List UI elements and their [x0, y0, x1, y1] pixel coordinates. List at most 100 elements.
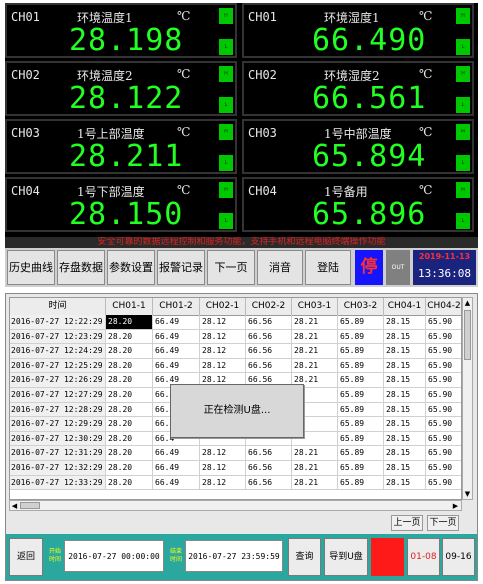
table-cell[interactable]: 28.21	[292, 315, 338, 330]
table-cell[interactable]: 28.12	[200, 315, 246, 330]
login-button[interactable]: 登陆	[305, 250, 351, 285]
table-cell[interactable]: 65.90	[426, 359, 461, 374]
table-cell[interactable]: 28.12	[200, 358, 246, 374]
horizontal-scrollbar[interactable]: ◀ ▶	[9, 500, 462, 511]
table-cell[interactable]: 28.15	[384, 388, 426, 403]
column-header[interactable]: CH04-1	[384, 298, 426, 315]
param-settings-button[interactable]: 参数设置	[107, 250, 155, 285]
table-cell[interactable]: 28.15	[384, 315, 426, 330]
table-cell[interactable]: 28.15	[384, 475, 426, 491]
table-cell[interactable]: 65.90	[426, 373, 461, 388]
table-cell[interactable]: 28.15	[384, 329, 426, 345]
table-cell[interactable]: 28.21	[292, 446, 338, 461]
column-header[interactable]: CH03-1	[292, 298, 338, 315]
stop-button[interactable]: 停	[355, 250, 383, 285]
table-cell[interactable]: 66.56	[246, 329, 292, 345]
table-row[interactable]: 2016-07-27 12:32:29 28.20 66.49 28.12 66.56 2…	[10, 461, 461, 476]
back-button[interactable]: 返回	[9, 538, 43, 576]
table-cell[interactable]: 28.21	[292, 358, 338, 374]
table-cell[interactable]: 65.90	[426, 461, 461, 476]
table-cell[interactable]: 65.89	[338, 446, 384, 461]
table-cell[interactable]: 28.20	[106, 315, 153, 330]
table-cell[interactable]: 65.89	[338, 475, 384, 491]
table-cell[interactable]: 65.90	[426, 476, 461, 491]
column-header[interactable]: CH01-2	[153, 298, 200, 315]
table-cell[interactable]: 28.12	[200, 475, 246, 491]
hscroll-thumb[interactable]	[20, 502, 40, 509]
table-row[interactable]: 2016-07-27 12:24:29 28.20 66.49 28.12 66.56 2…	[10, 344, 461, 359]
start-time-input[interactable]: 2016-07-27 00:00:00	[64, 540, 164, 572]
table-cell[interactable]: 2016-07-27 12:23:29	[10, 329, 106, 345]
table-cell[interactable]: 65.89	[338, 373, 384, 388]
table-cell[interactable]: 66.56	[246, 358, 292, 374]
table-cell[interactable]: 2016-07-27 12:31:29	[10, 446, 106, 461]
table-cell[interactable]: 28.15	[384, 402, 426, 418]
column-header[interactable]: CH04-2	[426, 298, 461, 315]
table-cell[interactable]: 65.89	[338, 358, 384, 374]
table-cell[interactable]: 28.12	[200, 461, 246, 476]
table-cell[interactable]: 65.89	[338, 329, 384, 345]
table-cell[interactable]: 28.20	[106, 417, 153, 432]
table-cell[interactable]: 28.15	[384, 417, 426, 432]
history-table[interactable]: 时间 CH01-1 CH01-2 CH02-1 CH02-2 CH03-1 CH03-2 CH…	[9, 297, 462, 500]
table-cell[interactable]: 66.49	[153, 461, 200, 476]
scroll-left-icon[interactable]: ◀	[10, 501, 19, 511]
table-cell[interactable]: 66.56	[246, 315, 292, 330]
table-cell[interactable]: 2016-07-27 12:26:29	[10, 373, 106, 388]
table-cell[interactable]: 66.56	[246, 461, 292, 476]
table-cell[interactable]: 65.89	[338, 417, 384, 432]
end-time-input[interactable]: 2016-07-27 23:59:59	[185, 540, 283, 572]
table-cell[interactable]: 66.49	[153, 329, 200, 345]
table-cell[interactable]: 28.15	[384, 344, 426, 359]
table-cell[interactable]: 66.49	[153, 475, 200, 491]
scroll-right-icon[interactable]: ▶	[451, 501, 460, 511]
table-cell[interactable]: 28.15	[384, 358, 426, 374]
table-cell[interactable]: 28.15	[384, 461, 426, 476]
table-cell[interactable]: 65.89	[338, 388, 384, 403]
table-cell[interactable]: 2016-07-27 12:33:29	[10, 475, 106, 491]
table-cell[interactable]: 2016-07-27 12:25:29	[10, 358, 106, 374]
table-cell[interactable]: 28.20	[106, 329, 153, 345]
table-cell[interactable]: 65.89	[338, 344, 384, 359]
alarm-log-button[interactable]: 报警记录	[157, 250, 205, 285]
table-cell[interactable]: 2016-07-27 12:30:29	[10, 431, 106, 447]
table-cell[interactable]: 28.20	[106, 373, 153, 388]
table-cell[interactable]: 28.21	[292, 329, 338, 345]
channel-range-1-button[interactable]: 01-08	[407, 538, 440, 576]
table-row[interactable]: 2016-07-27 12:31:29 28.20 66.49 28.12 66.56 2…	[10, 446, 461, 461]
table-cell[interactable]: 2016-07-27 12:24:29	[10, 344, 106, 359]
history-curve-button[interactable]: 历史曲线	[7, 250, 55, 285]
table-cell[interactable]: 28.21	[292, 461, 338, 476]
table-cell[interactable]: 65.90	[426, 388, 461, 403]
column-header[interactable]: CH01-1	[106, 298, 153, 315]
table-cell[interactable]: 28.20	[106, 446, 153, 461]
table-cell[interactable]: 65.90	[426, 446, 461, 461]
out-button[interactable]: OUT	[386, 250, 410, 285]
column-header[interactable]: CH02-2	[246, 298, 292, 315]
table-cell[interactable]: 65.89	[338, 431, 384, 447]
table-cell[interactable]: 2016-07-27 12:22:29	[10, 315, 106, 330]
table-row[interactable]: 2016-07-27 12:23:29 28.20 66.49 28.12 66.56 2…	[10, 329, 461, 345]
table-cell[interactable]: 28.15	[384, 431, 426, 447]
scroll-down-icon[interactable]: ▼	[463, 489, 472, 499]
table-cell[interactable]: 66.56	[246, 446, 292, 461]
table-cell[interactable]: 28.20	[106, 388, 153, 403]
table-cell[interactable]: 65.90	[426, 315, 461, 330]
table-cell[interactable]: 66.49	[153, 344, 200, 359]
table-cell[interactable]: 2016-07-27 12:28:29	[10, 402, 106, 418]
next-page-button[interactable]: 下一页	[427, 515, 459, 531]
table-cell[interactable]: 28.12	[200, 329, 246, 345]
table-cell[interactable]: 28.12	[200, 344, 246, 359]
table-row[interactable]: 2016-07-27 12:22:29 28.20 66.49 28.12 66.56 2…	[10, 315, 461, 330]
table-row[interactable]: 2016-07-27 12:33:29 28.20 66.49 28.12 66.56 2…	[10, 475, 461, 491]
column-header[interactable]: CH03-2	[338, 298, 384, 315]
table-cell[interactable]: 28.20	[106, 344, 153, 359]
table-cell[interactable]: 28.20	[106, 402, 153, 418]
table-cell[interactable]: 2016-07-27 12:32:29	[10, 461, 106, 476]
table-cell[interactable]: 28.21	[292, 344, 338, 359]
table-cell[interactable]: 28.15	[384, 373, 426, 388]
table-row[interactable]: 2016-07-27 12:25:29 28.20 66.49 28.12 66.56 2…	[10, 358, 461, 374]
table-cell[interactable]: 66.49	[153, 315, 200, 330]
table-cell[interactable]: 28.15	[384, 446, 426, 461]
table-cell[interactable]: 28.12	[200, 446, 246, 461]
